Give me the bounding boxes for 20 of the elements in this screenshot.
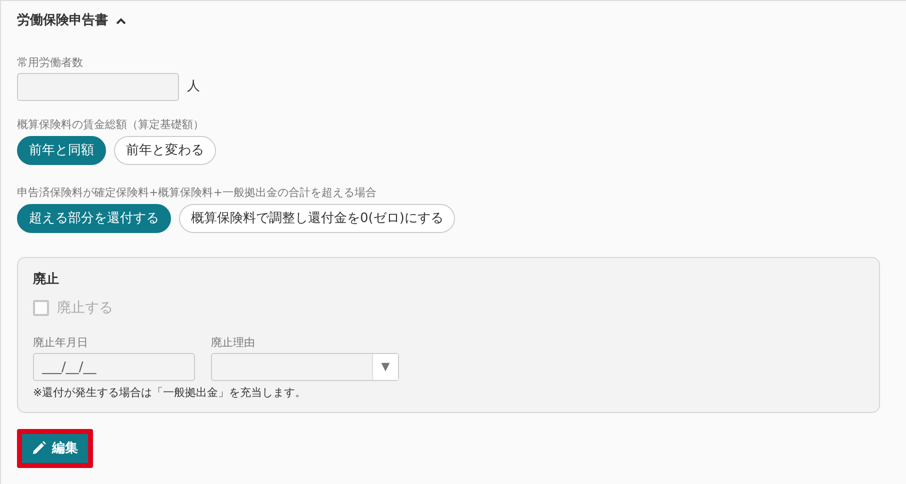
panel-title: 廃止 (33, 270, 60, 289)
option-button[interactable]: 超える部分を還付する (17, 204, 171, 233)
option-button[interactable]: 前年と同額 (17, 136, 106, 165)
field-label: 廃止年月日 (33, 334, 89, 350)
field-label: 概算保険料の賃金総額（算定基礎額） (17, 117, 205, 133)
option-button[interactable]: 概算保険料で調整し還付金を0(ゼロ)にする (179, 204, 456, 233)
input-field[interactable] (17, 73, 179, 101)
select-field[interactable]: ▼ (211, 353, 399, 381)
date-field[interactable]: ___/__/__ (33, 353, 195, 381)
checkbox-label: 廃止する (57, 298, 113, 318)
field-label: 常用労働者数 (17, 54, 84, 70)
option-button[interactable]: 前年と変わる (114, 136, 216, 165)
unit-label: 人 (187, 78, 200, 96)
note-text: ※還付が発生する場合は「一般拠出金」を充当します。 (33, 385, 308, 401)
field-label: 廃止理由 (211, 334, 256, 350)
section-title: 労働保険申告書 (17, 12, 108, 30)
chevron-icon[interactable] (116, 16, 126, 25)
field-label: 申告済保険料が確定保険料+概算保険料+一般拠出金の合計を超える場合 (17, 185, 378, 201)
pencil-icon (32, 441, 46, 456)
edit-button[interactable]: 編集 (22, 434, 88, 463)
